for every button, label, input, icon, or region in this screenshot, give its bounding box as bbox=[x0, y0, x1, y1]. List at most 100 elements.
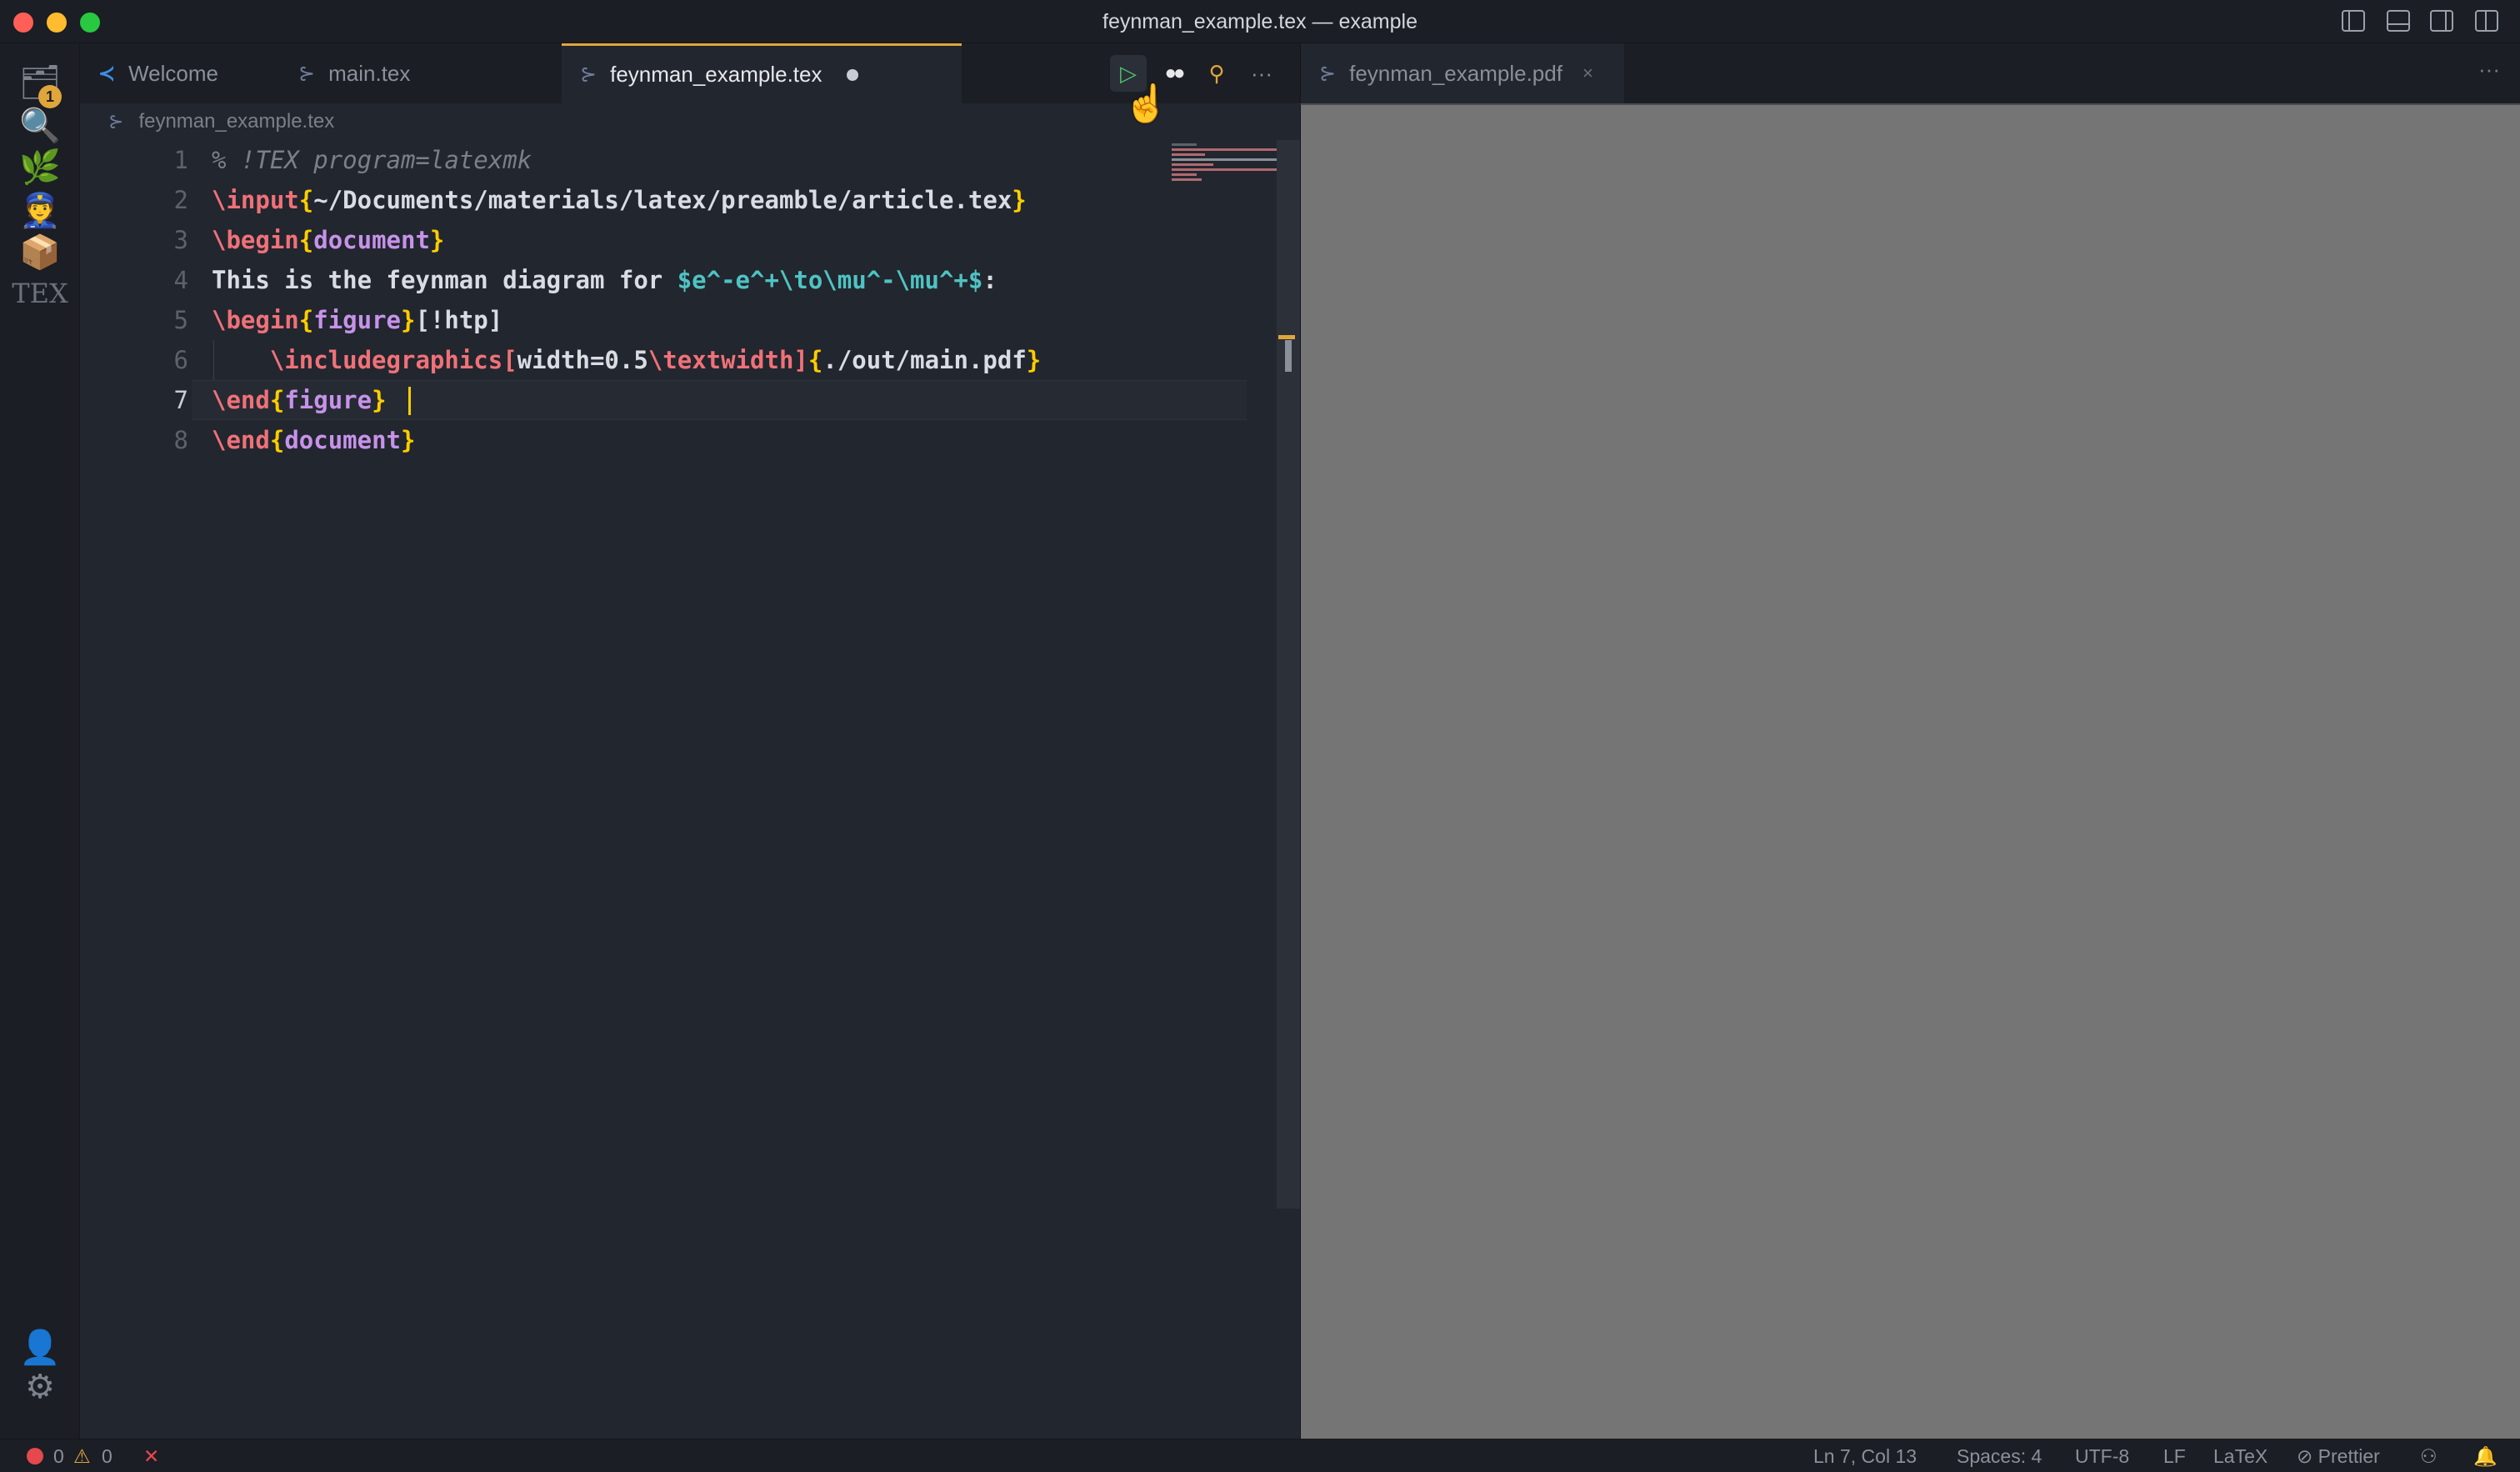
code-token: { bbox=[298, 226, 314, 254]
code-editor[interactable]: 1 2 3 4 5 6 7 8 % !TEX program=latexmk \input{~/… bbox=[80, 140, 1300, 1439]
code-token: \input bbox=[212, 186, 299, 214]
notifications-bell-icon[interactable]: 🔔 bbox=[2473, 1445, 2498, 1468]
build-failed-icon[interactable]: ✕ bbox=[143, 1445, 159, 1468]
code-token: \textwidth bbox=[648, 346, 794, 374]
vscode-logo-icon: ≺ bbox=[98, 62, 116, 85]
code-token: } bbox=[372, 386, 387, 414]
live-share-icon[interactable]: ⚇ bbox=[2420, 1445, 2438, 1468]
line-number: 7 bbox=[173, 386, 188, 414]
run-debug-icon[interactable]: 👮 bbox=[17, 187, 63, 233]
code-token: \includegraphics bbox=[269, 346, 503, 374]
code-token: \begin bbox=[212, 306, 299, 334]
vertical-scrollbar[interactable] bbox=[1277, 140, 1300, 1209]
code-token: } bbox=[401, 306, 416, 334]
code-token: $e^-e^+\to\mu^-\mu^+$ bbox=[677, 266, 983, 294]
tex-file-icon: ⊱ bbox=[108, 111, 124, 132]
code-line[interactable]: \input{~/Documents/materials/latex/pream… bbox=[212, 180, 1027, 220]
pdf-preview[interactable] bbox=[1300, 103, 2520, 1439]
code-token: { bbox=[269, 386, 285, 414]
breadcrumb: ⊱ feynman_example.tex bbox=[80, 103, 1300, 140]
prettier-disabled-icon: ⊘ bbox=[2297, 1445, 2318, 1467]
tab-main-tex[interactable]: ⊱ main.tex bbox=[280, 43, 555, 103]
tab-label: Welcome bbox=[128, 60, 218, 86]
code-token: figure bbox=[313, 306, 401, 334]
search-icon[interactable]: 🔍 bbox=[17, 102, 63, 148]
status-bar: 0 ⚠ 0 ✕ Ln 7, Col 13 Spaces: 4 UTF-8 LF … bbox=[0, 1439, 2520, 1472]
title-bar: feynman_example.tex — example bbox=[0, 0, 2520, 43]
mouse-pointer-icon: ☝ bbox=[1123, 83, 1169, 124]
toggle-secondary-sidebar-icon[interactable] bbox=[2430, 10, 2453, 32]
code-line[interactable]: \end{document} bbox=[212, 420, 415, 460]
tab-feynman-example-pdf[interactable]: ⊱ feynman_example.pdf × bbox=[1301, 43, 1624, 103]
line-number: 2 bbox=[173, 186, 188, 214]
code-token: } bbox=[401, 426, 416, 454]
code-token: document bbox=[284, 426, 401, 454]
code-token: } bbox=[429, 226, 445, 254]
line-number: 4 bbox=[173, 266, 188, 294]
tex-file-icon: ⊱ bbox=[580, 63, 598, 86]
code-token: } bbox=[1026, 346, 1042, 374]
language-mode[interactable]: LaTeX bbox=[2213, 1445, 2268, 1468]
settings-gear-icon[interactable]: ⚙ bbox=[17, 1364, 63, 1410]
code-token: [ bbox=[502, 346, 518, 374]
code-token: \begin bbox=[212, 226, 299, 254]
code-line[interactable]: This is the feynman diagram for $e^-e^+\… bbox=[212, 260, 998, 300]
warning-icon[interactable]: ⚠ bbox=[73, 1445, 91, 1468]
extensions-icon[interactable]: 📦 bbox=[17, 228, 63, 275]
file-encoding[interactable]: UTF-8 bbox=[2075, 1445, 2129, 1468]
tex-icon[interactable]: TEX bbox=[12, 270, 68, 317]
code-token: : bbox=[982, 266, 998, 294]
end-of-line[interactable]: LF bbox=[2163, 1445, 2186, 1468]
clean-aux-files-icon[interactable]: ⚲ bbox=[1198, 55, 1235, 92]
code-line[interactable]: \includegraphics[width=0.5\textwidth]{./… bbox=[212, 340, 1041, 380]
code-line[interactable]: \begin{document} bbox=[212, 220, 444, 260]
code-token: { bbox=[808, 346, 823, 374]
indentation-setting[interactable]: Spaces: 4 bbox=[1957, 1445, 2042, 1468]
scrollbar-cursor-marker bbox=[1278, 335, 1295, 339]
tex-file-icon: ⊱ bbox=[1319, 62, 1337, 85]
prettier-status[interactable]: ⊘ Prettier bbox=[2297, 1445, 2380, 1468]
customize-layout-icon[interactable] bbox=[2475, 10, 2498, 32]
code-token: } bbox=[1012, 186, 1027, 214]
toggle-panel-icon[interactable] bbox=[2387, 10, 2410, 32]
prettier-label: Prettier bbox=[2318, 1445, 2380, 1467]
code-token: [!htp] bbox=[415, 306, 503, 334]
breadcrumb-file[interactable]: feynman_example.tex bbox=[138, 110, 334, 133]
activity-bar: 🗂 1 🔍 🌿 👮 📦 TEX 👤 ⚙ bbox=[0, 43, 80, 1439]
pdf-tab-bar: ⊱ feynman_example.pdf × ··· bbox=[1300, 43, 2520, 103]
text-cursor bbox=[408, 387, 411, 415]
error-icon[interactable] bbox=[27, 1448, 43, 1464]
line-number: 6 bbox=[173, 346, 188, 374]
warning-count[interactable]: 0 bbox=[102, 1445, 112, 1468]
cursor-position[interactable]: Ln 7, Col 13 bbox=[1813, 1445, 1917, 1468]
tab-welcome[interactable]: ≺ Welcome bbox=[80, 43, 272, 103]
tab-label: feynman_example.tex bbox=[610, 62, 822, 87]
line-number: 3 bbox=[173, 226, 188, 254]
line-number: 1 bbox=[173, 146, 188, 174]
close-tab-icon[interactable]: × bbox=[1582, 63, 1593, 84]
tex-file-icon: ⊱ bbox=[298, 62, 316, 85]
line-number: 5 bbox=[173, 306, 188, 334]
more-actions-button[interactable]: ··· bbox=[1243, 55, 1280, 92]
code-token: This is the feynman diagram for bbox=[212, 266, 678, 294]
unsaved-changes-dot[interactable] bbox=[847, 68, 859, 81]
toggle-primary-sidebar-icon[interactable] bbox=[2342, 10, 2365, 32]
code-token: { bbox=[298, 186, 314, 214]
code-token: \end bbox=[212, 426, 270, 454]
window-title: feynman_example.tex — example bbox=[1102, 10, 1418, 33]
line-number: 8 bbox=[173, 426, 188, 454]
tab-label: feynman_example.pdf bbox=[1349, 60, 1562, 86]
scrollbar-change-marker bbox=[1285, 340, 1292, 372]
code-line[interactable]: % !TEX program=latexmk bbox=[212, 140, 532, 180]
code-token: figure bbox=[284, 386, 372, 414]
code-line[interactable]: \end{figure} bbox=[212, 380, 387, 420]
error-count[interactable]: 0 bbox=[53, 1445, 64, 1468]
more-actions-button[interactable]: ··· bbox=[2478, 57, 2500, 83]
tab-feynman-example-tex[interactable]: ⊱ feynman_example.tex bbox=[562, 43, 962, 103]
code-token: { bbox=[298, 306, 314, 334]
source-control-icon[interactable]: 🌿 bbox=[17, 143, 63, 190]
code-line[interactable]: \begin{figure}[!htp] bbox=[212, 300, 502, 340]
code-token: ] bbox=[793, 346, 808, 374]
code-token: width=0.5 bbox=[517, 346, 648, 374]
